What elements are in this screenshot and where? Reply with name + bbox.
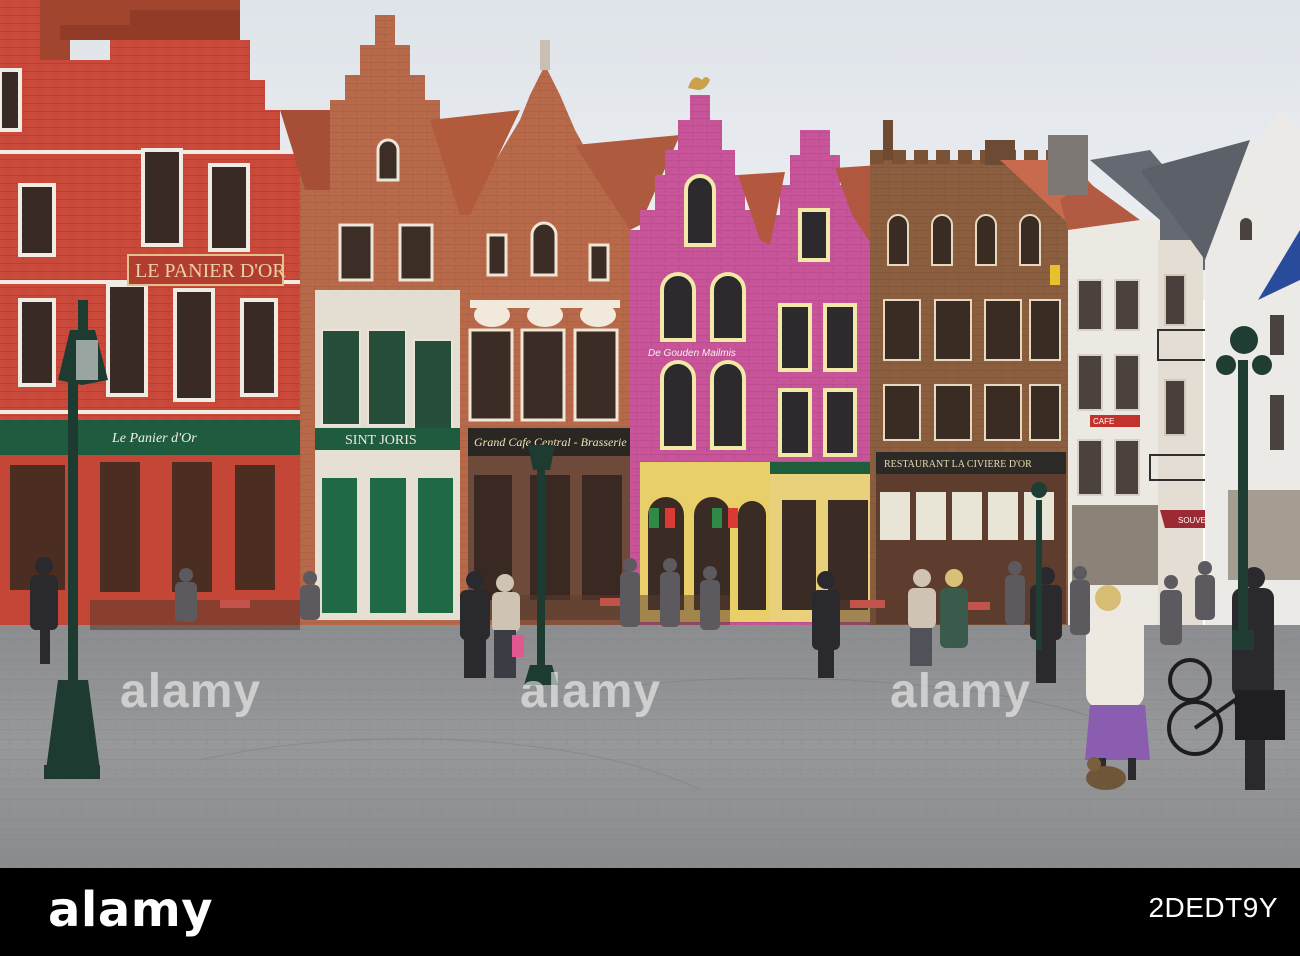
sign-le-panier-dor-top: LE PANIER D'OR [135,260,286,282]
photo-bruges-market-square: LE PANIER D'OR Le Panier d'Or SINT JORIS… [0,0,1300,868]
image-id: 2DEDT9Y [1148,892,1278,923]
sign-sint-joris: SINT JORIS [345,433,417,448]
sign-small-red: CAFE [1093,417,1114,426]
sign-pink-facade: De Gouden Mailmis [648,348,736,359]
sign-restaurant: RESTAURANT LA CIVIERE D'OR [884,459,1032,470]
stock-photo-page: LE PANIER D'OR Le Panier d'Or SINT JORIS… [0,0,1300,956]
footer-bar: alamy 2DEDT9Y [0,868,1300,956]
building-le-panier-dor: LE PANIER D'OR Le Panier d'Or [0,0,300,640]
sign-le-panier-dor-awning: Le Panier d'Or [111,431,197,446]
cafe-terraces [90,595,1040,630]
alamy-logo[interactable]: alamy [48,882,213,938]
